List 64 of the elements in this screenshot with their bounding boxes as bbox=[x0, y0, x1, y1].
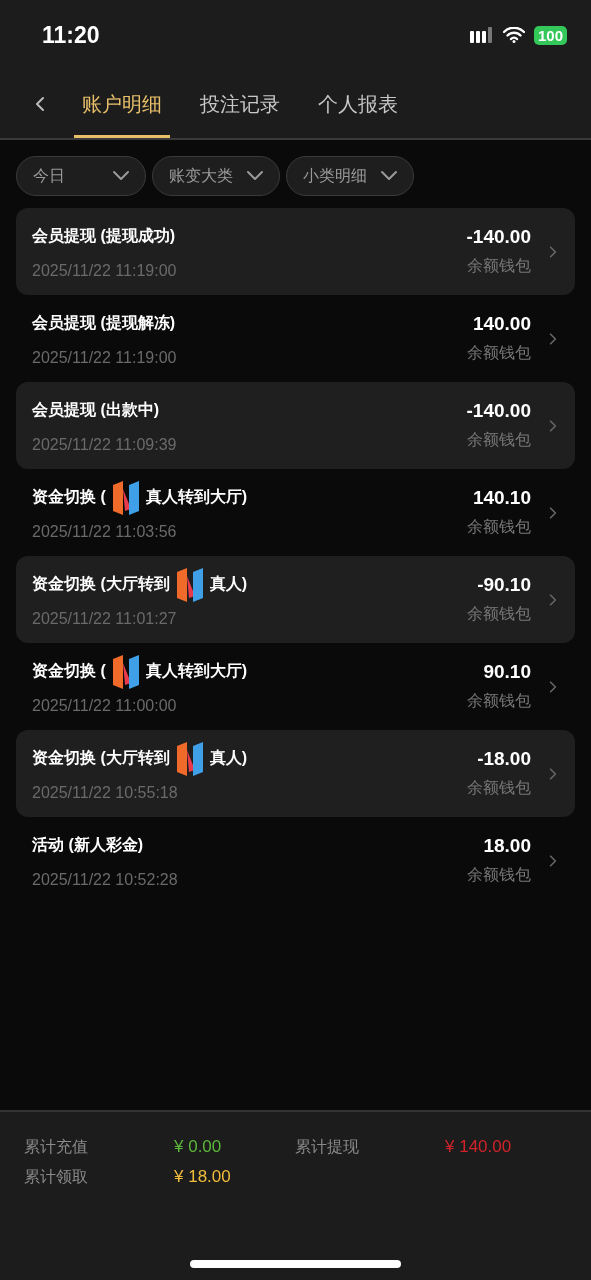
wallet-label: 余额钱包 bbox=[467, 343, 531, 363]
tab[interactable]: 个人报表 bbox=[310, 70, 406, 138]
transaction-title: 真人转到大厅) bbox=[145, 487, 248, 507]
wifi-icon bbox=[502, 27, 525, 43]
summary-label: 累计充值 bbox=[24, 1136, 89, 1157]
transaction-title: 资金切换 (大厅转到 bbox=[32, 748, 170, 768]
transaction-time: 2025/11/22 11:03:56 bbox=[32, 522, 178, 541]
transaction-row[interactable]: 活动 (新人彩金) 2025/11/22 10:52:28 18.00 余额钱包 bbox=[16, 817, 575, 904]
summary-value: ¥ 140.00 bbox=[445, 1137, 513, 1157]
transaction-amount: 18.00 bbox=[483, 835, 531, 857]
transaction-amount: -140.00 bbox=[466, 226, 531, 248]
tab[interactable]: 账户明细 bbox=[74, 70, 170, 138]
transaction-card[interactable]: 资金切换 (大厅转到 真人) 2025/11/22 11:01:27 -90.10 余额钱包 bbox=[16, 556, 575, 643]
transaction-time: 2025/11/22 11:19:00 bbox=[32, 348, 178, 367]
transaction-amount: 90.10 bbox=[483, 661, 531, 683]
transaction-title: 真人) bbox=[209, 574, 248, 594]
transaction-title: 资金切换 ( bbox=[32, 661, 106, 681]
transaction-time: 2025/11/22 10:55:18 bbox=[32, 783, 179, 802]
transaction-card[interactable]: 会员提现 (提现成功) 2025/11/22 11:19:00 -140.00 余额钱包 bbox=[16, 208, 575, 295]
transaction-title: 真人) bbox=[209, 748, 248, 768]
filter-dropdown[interactable]: 今日 bbox=[16, 156, 146, 196]
wallet-label: 余额钱包 bbox=[467, 430, 531, 450]
logo-icon bbox=[110, 480, 141, 515]
transaction-title: 资金切换 ( bbox=[32, 487, 106, 507]
wallet-label: 余额钱包 bbox=[467, 865, 531, 885]
transaction-row[interactable]: 资金切换 ( 真人转到大厅) 2025/11/22 11:00:00 90.10 余额钱包 bbox=[16, 643, 575, 730]
transaction-title: 活动 (新人彩金) bbox=[32, 835, 144, 855]
transaction-title: 会员提现 (提现成功) bbox=[32, 226, 176, 246]
logo-icon bbox=[110, 654, 141, 689]
transaction-time: 2025/11/22 11:09:39 bbox=[32, 435, 178, 454]
transaction-time: 2025/11/22 10:52:28 bbox=[32, 870, 179, 889]
transaction-card[interactable]: 资金切换 (大厅转到 真人) 2025/11/22 10:55:18 -18.00 余额钱包 bbox=[16, 730, 575, 817]
wallet-label: 余额钱包 bbox=[467, 517, 531, 537]
transaction-title: 会员提现 (提现解冻) bbox=[32, 313, 176, 333]
transaction-title: 真人转到大厅) bbox=[145, 661, 248, 681]
transaction-time: 2025/11/22 11:00:00 bbox=[32, 696, 178, 715]
transaction-amount: -140.00 bbox=[466, 400, 531, 422]
wallet-label: 余额钱包 bbox=[467, 778, 531, 798]
transaction-time: 2025/11/22 11:01:27 bbox=[32, 609, 178, 628]
transaction-amount: -90.10 bbox=[477, 574, 531, 596]
transaction-time: 2025/11/22 11:19:00 bbox=[32, 261, 178, 280]
transaction-amount: 140.10 bbox=[472, 487, 531, 509]
summary-label: 累计提现 bbox=[295, 1136, 360, 1157]
tab[interactable]: 投注记录 bbox=[192, 70, 288, 138]
signal-icon bbox=[469, 27, 494, 43]
wallet-label: 余额钱包 bbox=[467, 691, 531, 711]
summary-value: ¥ 0.00 bbox=[174, 1137, 223, 1157]
wallet-label: 余额钱包 bbox=[467, 604, 531, 624]
logo-icon bbox=[174, 567, 205, 602]
transaction-card[interactable]: 会员提现 (出款中) 2025/11/22 11:09:39 -140.00 余额钱包 bbox=[16, 382, 575, 469]
transaction-amount: -18.00 bbox=[477, 748, 531, 770]
transaction-row[interactable]: 会员提现 (提现解冻) 2025/11/22 11:19:00 140.00 余额钱包 bbox=[16, 295, 575, 382]
transaction-row[interactable]: 资金切换 ( 真人转到大厅) 2025/11/22 11:03:56 140.10 余额钱包 bbox=[16, 469, 575, 556]
summary-value: ¥ 18.00 bbox=[174, 1167, 232, 1187]
filter-dropdown[interactable]: 账变大类 bbox=[152, 156, 280, 196]
transaction-title: 会员提现 (出款中) bbox=[32, 400, 160, 420]
transaction-title: 资金切换 (大厅转到 bbox=[32, 574, 170, 594]
logo-icon bbox=[174, 741, 205, 776]
battery-icon: 100 bbox=[533, 25, 567, 45]
transaction-amount: 140.00 bbox=[472, 313, 531, 335]
status-time: 11:20 bbox=[42, 21, 100, 49]
wallet-label: 余额钱包 bbox=[467, 256, 531, 276]
summary-label: 累计领取 bbox=[24, 1166, 89, 1187]
filter-dropdown[interactable]: 小类明细 bbox=[286, 156, 414, 196]
